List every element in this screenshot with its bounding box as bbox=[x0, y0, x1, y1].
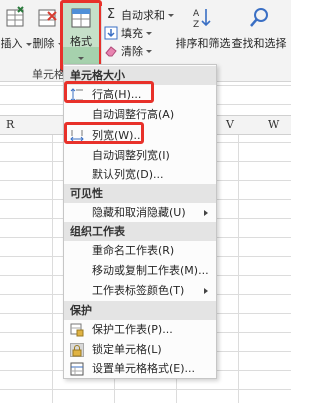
autofit-column-width-label: 自动调整列宽(I) bbox=[92, 149, 170, 162]
menu-item-hide-unhide[interactable]: 隐藏和取消隐藏(U) bbox=[64, 203, 216, 223]
svg-text:Z: Z bbox=[193, 20, 199, 30]
find-select-button[interactable]: 查找和选择 bbox=[230, 6, 288, 51]
menu-item-rename-sheet[interactable]: 重命名工作表(R) bbox=[64, 241, 216, 261]
menu-item-protect-sheet[interactable]: 保护工作表(P)... bbox=[64, 320, 216, 340]
column-header-v[interactable]: V bbox=[226, 118, 234, 131]
chevron-down-icon bbox=[146, 31, 152, 35]
menu-item-default-width[interactable]: 默认列宽(D)... bbox=[64, 165, 216, 185]
chevron-down-icon bbox=[146, 49, 152, 53]
lock-cell-label: 锁定单元格(L) bbox=[92, 343, 162, 356]
autosum-button[interactable]: Σ 自动求和 bbox=[104, 6, 174, 24]
column-header-r[interactable]: R bbox=[6, 118, 14, 131]
fill-button[interactable]: 填充 bbox=[104, 24, 152, 42]
chevron-down-icon bbox=[25, 42, 32, 46]
insert-cells-icon bbox=[4, 6, 28, 30]
column-header-w[interactable]: W bbox=[268, 118, 279, 131]
column-divider bbox=[238, 135, 239, 403]
eraser-icon bbox=[104, 44, 118, 58]
delete-cells-icon bbox=[36, 6, 60, 30]
sort-filter-label: 排序和筛选 bbox=[175, 37, 231, 50]
delete-button[interactable]: 删除 bbox=[32, 6, 64, 51]
section-header-protection: 保护 bbox=[64, 301, 216, 320]
find-select-label: 查找和选择 bbox=[231, 37, 287, 50]
svg-text:A: A bbox=[193, 9, 200, 19]
move-copy-sheet-label: 移动或复制工作表(M)... bbox=[92, 264, 209, 277]
format-cells-dialog-icon bbox=[70, 362, 84, 376]
sigma-icon: Σ bbox=[106, 7, 116, 22]
magnifier-icon bbox=[247, 6, 271, 30]
cells-group-label: 单元格 bbox=[32, 68, 65, 81]
insert-button[interactable]: 插入 bbox=[0, 6, 32, 51]
fill-label: 填充 bbox=[121, 27, 143, 40]
hide-unhide-label: 隐藏和取消隐藏(U) bbox=[92, 206, 186, 219]
sort-filter-button[interactable]: A Z 排序和筛选 bbox=[174, 6, 232, 51]
tab-color-label: 工作表标签颜色(T) bbox=[92, 284, 185, 297]
menu-item-autofit-column-width[interactable]: 自动调整列宽(I) bbox=[64, 146, 216, 166]
protect-sheet-label: 保护工作表(P)... bbox=[92, 323, 173, 336]
menu-item-move-copy-sheet[interactable]: 移动或复制工作表(M)... bbox=[64, 261, 216, 281]
row-height-highlight bbox=[64, 81, 154, 103]
column-divider bbox=[52, 135, 53, 403]
submenu-arrow-icon bbox=[204, 210, 208, 216]
clear-button[interactable]: 清除 bbox=[104, 42, 152, 60]
format-button-highlight bbox=[60, 0, 102, 72]
rename-sheet-label: 重命名工作表(R) bbox=[92, 244, 175, 257]
clear-label: 清除 bbox=[121, 45, 143, 58]
sort-filter-icon: A Z bbox=[191, 6, 215, 30]
default-width-label: 默认列宽(D)... bbox=[92, 168, 164, 181]
autosum-label: 自动求和 bbox=[121, 9, 165, 22]
autofit-row-height-label: 自动调整行高(A) bbox=[92, 108, 175, 121]
section-header-visibility: 可见性 bbox=[64, 184, 216, 203]
menu-item-tab-color[interactable]: 工作表标签颜色(T) bbox=[64, 281, 216, 301]
submenu-arrow-icon bbox=[204, 288, 208, 294]
format-dropdown-menu: 单元格大小 行高(H)... 自动调整行高(A) 列宽(W)... 自动调整列宽… bbox=[63, 64, 217, 379]
menu-item-lock-cell[interactable]: 锁定单元格(L) bbox=[64, 340, 216, 360]
delete-label: 删除 bbox=[32, 37, 55, 50]
protect-sheet-icon bbox=[70, 323, 84, 337]
column-width-highlight bbox=[64, 122, 144, 144]
lock-icon bbox=[70, 343, 84, 357]
section-header-organize-sheets: 组织工作表 bbox=[64, 222, 216, 241]
menu-item-format-cells[interactable]: 设置单元格格式(E)... bbox=[64, 359, 216, 379]
fill-down-icon bbox=[104, 26, 118, 40]
format-cells-label: 设置单元格格式(E)... bbox=[92, 362, 196, 375]
insert-label: 插入 bbox=[0, 37, 23, 50]
